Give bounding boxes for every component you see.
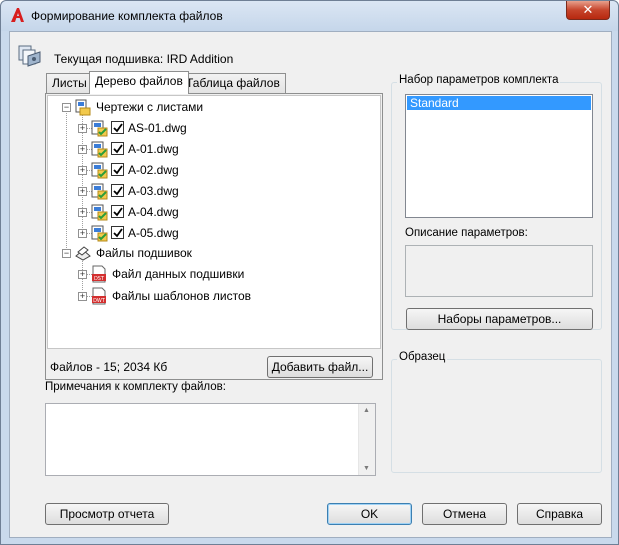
file-tree-panel: − Чертежи с листами + AS-01.dwg + A-01.dwg +… xyxy=(45,93,383,380)
file-type-text: DST xyxy=(94,276,105,282)
scroll-up-icon[interactable]: ▲ xyxy=(363,407,370,414)
files-summary: Файлов - 15; 2034 Кб xyxy=(50,360,168,374)
sheetset-item-label: Файлы шаблонов листов xyxy=(112,289,252,303)
drawing-file-label: AS-01.dwg xyxy=(128,121,187,135)
include-checkbox[interactable] xyxy=(111,226,124,239)
expand-toggle[interactable]: + xyxy=(78,145,87,154)
drawing-file-label: A-02.dwg xyxy=(128,163,179,177)
view-report-button[interactable]: Просмотр отчета xyxy=(45,503,169,525)
tab-file-table[interactable]: Таблица файлов xyxy=(180,73,286,93)
notes-label: Примечания к комплекту файлов: xyxy=(45,381,226,393)
tab-file-tree-label: Дерево файлов xyxy=(95,74,183,88)
notes-scrollbar[interactable]: ▲ ▼ xyxy=(358,404,375,475)
help-button[interactable]: Справка xyxy=(517,503,602,525)
dwg-file-icon xyxy=(91,141,108,158)
cancel-button-label: Отмена xyxy=(442,507,487,521)
drawing-file-label: A-05.dwg xyxy=(128,226,179,240)
view-report-button-label: Просмотр отчета xyxy=(59,507,155,521)
sheetset-file-icon: DWT xyxy=(92,287,106,305)
param-set-group: Набор параметров комплекта Standard Опис… xyxy=(391,74,602,330)
dwg-file-icon xyxy=(91,120,108,137)
title-bar[interactable]: Формирование комплекта файлов ✕ xyxy=(1,1,618,31)
preview-group: Образец xyxy=(391,351,602,473)
dialog-window: Формирование комплекта файлов ✕ Текущая … xyxy=(0,0,619,545)
dwg-file-icon xyxy=(91,162,108,179)
collapse-toggle[interactable]: − xyxy=(62,249,71,258)
param-description-box xyxy=(405,245,593,297)
ok-button[interactable]: OK xyxy=(327,503,412,525)
param-set-group-title: Набор параметров комплекта xyxy=(397,74,561,86)
expand-toggle[interactable]: + xyxy=(78,187,87,196)
sheet-set-files-icon xyxy=(75,246,91,261)
param-sets-button[interactable]: Наборы параметров... xyxy=(406,308,593,330)
expand-toggle[interactable]: + xyxy=(78,229,87,238)
file-type-text: DWT xyxy=(93,298,106,304)
preview-group-title: Образец xyxy=(397,351,448,363)
dwg-file-icon xyxy=(91,225,108,242)
dialog-body: Текущая подшивка: IRD Addition Листы Дер… xyxy=(9,31,612,538)
ok-button-label: OK xyxy=(360,507,379,521)
expand-toggle[interactable]: + xyxy=(78,270,87,279)
tab-sheets-label: Листы xyxy=(52,76,87,90)
help-button-label: Справка xyxy=(535,507,584,521)
expand-toggle[interactable]: + xyxy=(78,292,87,301)
param-description-label: Описание параметров: xyxy=(405,227,528,239)
sheet-set-icon xyxy=(18,45,41,67)
close-button[interactable]: ✕ xyxy=(566,1,610,20)
include-checkbox[interactable] xyxy=(111,163,124,176)
tab-file-table-label: Таблица файлов xyxy=(186,76,280,90)
include-checkbox[interactable] xyxy=(111,142,124,155)
drawing-file-label: A-01.dwg xyxy=(128,142,179,156)
current-sheet-set-label: Текущая подшивка: IRD Addition xyxy=(54,52,234,66)
tree-node-drawings[interactable]: Чертежи с листами xyxy=(96,97,203,117)
collapse-toggle[interactable]: − xyxy=(62,103,71,112)
sheets-folder-icon xyxy=(75,99,91,116)
include-checkbox[interactable] xyxy=(111,205,124,218)
sheetset-item-label: Файл данных подшивки xyxy=(112,267,245,281)
scroll-down-icon[interactable]: ▼ xyxy=(363,465,370,472)
drawing-file-label: A-03.dwg xyxy=(128,184,179,198)
param-set-list[interactable]: Standard xyxy=(405,94,593,218)
dwg-file-icon xyxy=(91,183,108,200)
tab-file-tree[interactable]: Дерево файлов xyxy=(89,71,189,94)
file-tree[interactable]: − Чертежи с листами + AS-01.dwg + A-01.dwg +… xyxy=(47,95,381,349)
include-checkbox[interactable] xyxy=(111,121,124,134)
expand-toggle[interactable]: + xyxy=(78,124,87,133)
drawing-file-label: A-04.dwg xyxy=(128,205,179,219)
add-file-button[interactable]: Добавить файл... xyxy=(267,356,373,378)
param-set-item-standard[interactable]: Standard xyxy=(407,96,591,110)
window-title: Формирование комплекта файлов xyxy=(31,9,223,23)
sheetset-file-icon: DST xyxy=(92,265,106,283)
tree-node-sheet-set-files[interactable]: Файлы подшивок xyxy=(96,243,192,263)
cancel-button[interactable]: Отмена xyxy=(422,503,507,525)
autocad-logo-icon xyxy=(11,8,24,22)
add-file-button-label: Добавить файл... xyxy=(271,360,369,374)
include-checkbox[interactable] xyxy=(111,184,124,197)
tab-sheets[interactable]: Листы xyxy=(46,73,93,93)
expand-toggle[interactable]: + xyxy=(78,208,87,217)
notes-textarea[interactable]: ▲ ▼ xyxy=(45,403,376,476)
dwg-file-icon xyxy=(91,204,108,221)
param-sets-button-label: Наборы параметров... xyxy=(437,312,562,326)
expand-toggle[interactable]: + xyxy=(78,166,87,175)
